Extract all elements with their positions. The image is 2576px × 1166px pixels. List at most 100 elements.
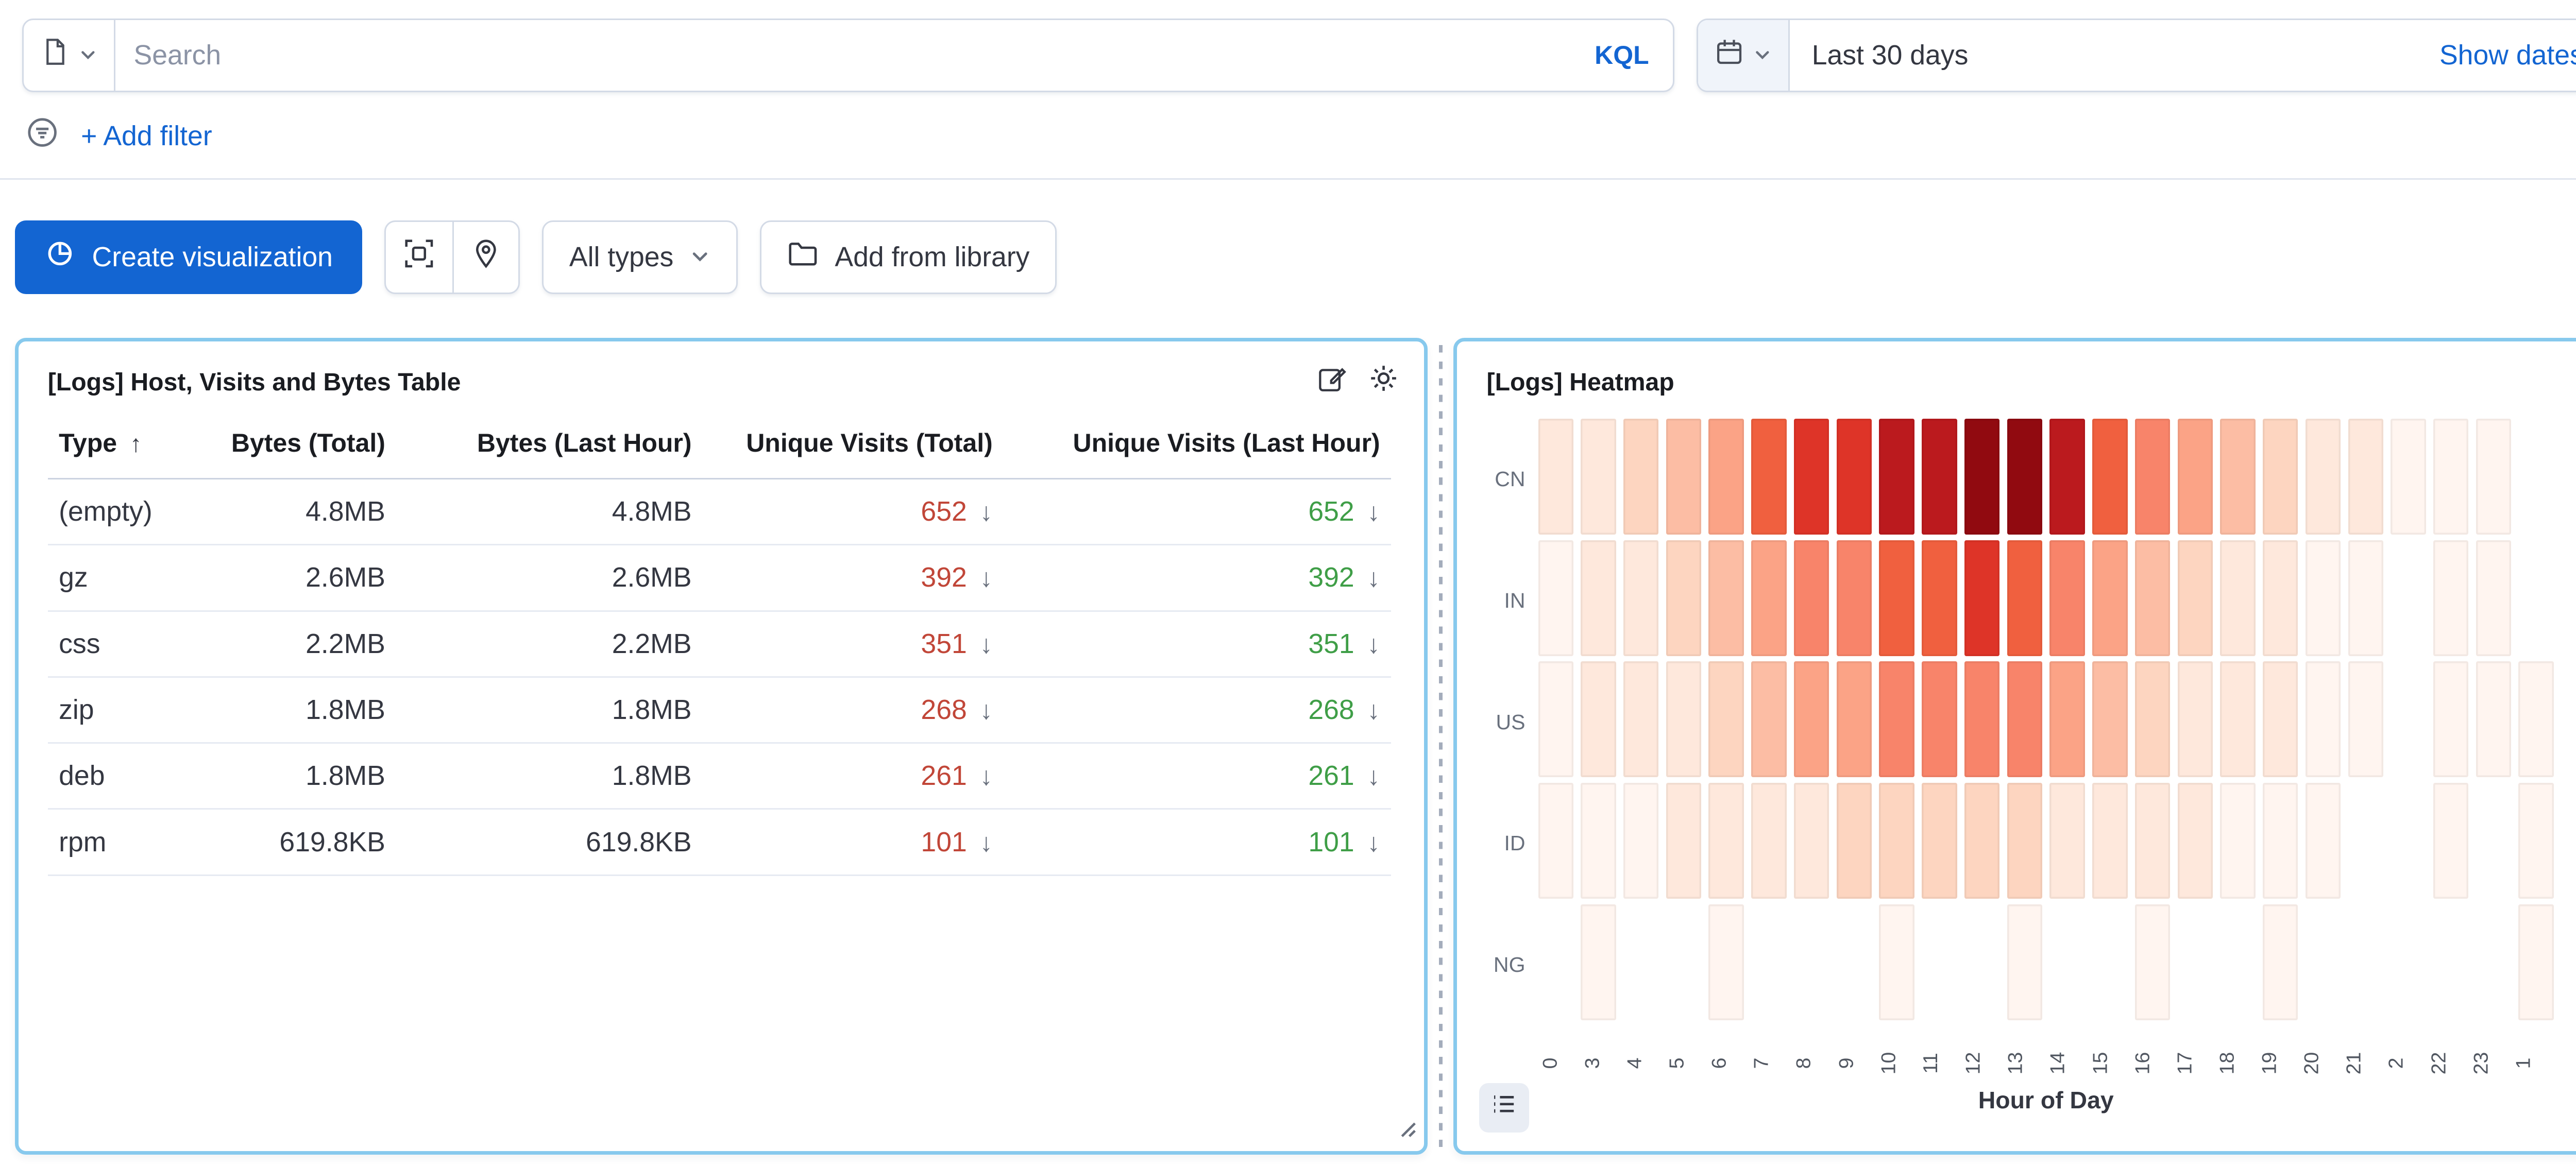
heatmap-cell (2092, 783, 2127, 899)
heatmap-cell (2391, 661, 2426, 777)
chevron-down-icon (690, 247, 710, 267)
table-row[interactable]: rpm619.8KB619.8KB101↓101↓ (48, 809, 1391, 875)
create-visualization-button[interactable]: Create visualization (15, 220, 363, 294)
trend-down-icon: ↓ (980, 696, 993, 725)
panel-title: [Logs] Host, Visits and Bytes Table (48, 368, 461, 397)
x-axis-tick-label: 10 (1877, 1027, 1919, 1083)
column-header[interactable]: Bytes (Last Hour) (396, 407, 703, 478)
heatmap-cell (2391, 783, 2426, 899)
metric-value: 652 (921, 496, 967, 527)
bytes-last-hour-cell: 2.2MB (396, 611, 703, 677)
heatmap-cell (2092, 661, 2127, 777)
metric-value: 261 (1308, 761, 1354, 791)
annotation-icon-button[interactable] (386, 222, 452, 293)
heatmap-cell (1623, 540, 1658, 656)
heatmap-cell (2092, 540, 2127, 656)
legend-toggle-button[interactable] (1479, 1083, 1529, 1133)
heatmap-cell (1922, 419, 1957, 535)
table-row[interactable]: zip1.8MB1.8MB268↓268↓ (48, 677, 1391, 743)
heatmap-cell (2433, 904, 2468, 1020)
panel-gutter[interactable] (1428, 338, 1453, 1155)
visits-last-hour-cell: 392↓ (1004, 545, 1391, 611)
table-row[interactable]: deb1.8MB1.8MB261↓261↓ (48, 743, 1391, 809)
heatmap-cell (1964, 661, 1999, 777)
table-row[interactable]: (empty)4.8MB4.8MB652↓652↓ (48, 479, 1391, 545)
quick-select-time-button[interactable] (1698, 20, 1790, 91)
maps-icon-button[interactable] (452, 222, 519, 293)
column-header[interactable]: Type↑ (48, 407, 221, 478)
trend-down-icon: ↓ (1367, 630, 1380, 659)
add-filter-button[interactable]: + Add filter (81, 121, 212, 152)
table-row[interactable]: gz2.6MB2.6MB392↓392↓ (48, 545, 1391, 611)
heatmap-cell (1708, 661, 1743, 777)
heatmap-cell (2263, 904, 2298, 1020)
heatmap-cell (2433, 419, 2468, 535)
column-header-label: Unique Visits (Total) (746, 428, 993, 457)
table-row[interactable]: css2.2MB2.2MB351↓351↓ (48, 611, 1391, 677)
heatmap-cell (1794, 904, 1829, 1020)
x-axis-tick-label: 21 (2342, 1027, 2384, 1083)
x-axis-tick-label: 3 (1581, 1027, 1623, 1083)
heatmap-cell (2306, 419, 2341, 535)
column-header-label: Bytes (Last Hour) (477, 428, 692, 457)
heatmap-cell (1751, 419, 1786, 535)
selection-frame-icon (403, 238, 435, 277)
bytes-last-hour-cell: 4.8MB (396, 479, 703, 545)
add-from-library-button[interactable]: Add from library (760, 220, 1057, 294)
heatmap-cell (1538, 661, 1573, 777)
heatmap-cell (1581, 419, 1616, 535)
all-types-dropdown[interactable]: All types (542, 220, 738, 294)
trend-down-icon: ↓ (980, 563, 993, 592)
saved-query-menu-button[interactable] (24, 20, 115, 91)
heatmap-panel: [Logs] Heatmap CNINUSIDNG (1453, 338, 2576, 1155)
kql-badge[interactable]: KQL (1571, 40, 1673, 70)
heatmap-cell (1879, 661, 1914, 777)
heatmap-cell (2220, 904, 2255, 1020)
heatmap-cell (2049, 540, 2084, 656)
heatmap-cell (1837, 540, 1872, 656)
heatmap-cell (1751, 783, 1786, 899)
visits-last-hour-cell: 261↓ (1004, 743, 1391, 809)
filter-menu-button[interactable] (26, 116, 59, 156)
panel-resize-handle[interactable] (1395, 1111, 1417, 1145)
heatmap-cell (2263, 783, 2298, 899)
heatmap-cell (2518, 904, 2553, 1020)
heatmap-cell (1623, 661, 1658, 777)
show-dates-button[interactable]: Show dates (2439, 40, 2576, 71)
map-pin-icon (470, 238, 502, 277)
bytes-last-hour-cell: 1.8MB (396, 743, 703, 809)
chevron-down-icon (1753, 46, 1772, 64)
heatmap-cell (2220, 661, 2255, 777)
heatmap-cell (1666, 904, 1701, 1020)
heatmap-cell (1708, 419, 1743, 535)
y-axis-label: IN (1472, 540, 1538, 662)
column-header[interactable]: Unique Visits (Total) (703, 407, 1004, 478)
column-header[interactable]: Bytes (Total) (220, 407, 396, 478)
trend-down-icon: ↓ (1367, 696, 1380, 725)
y-axis: CNINUSIDNG (1472, 419, 1538, 1114)
column-header[interactable]: Unique Visits (Last Hour) (1004, 407, 1391, 478)
bytes-last-hour-cell: 2.6MB (396, 545, 703, 611)
heatmap-cell (1879, 904, 1914, 1020)
heatmap-cell (1538, 419, 1573, 535)
panel-options-icon-button[interactable] (1369, 364, 1398, 400)
time-range-value[interactable]: Last 30 days (1790, 40, 1990, 71)
heatmap-cell (2007, 419, 2042, 535)
dashboard-grid: [Logs] Host, Visits and Bytes Table (0, 338, 2576, 1155)
heatmap-cell (1581, 661, 1616, 777)
edit-panel-icon-button[interactable] (1317, 364, 1347, 400)
heatmap-cell (2007, 540, 2042, 656)
heatmap-cell (2306, 904, 2341, 1020)
search-input[interactable] (115, 40, 1571, 71)
bytes-total-cell: 2.6MB (220, 545, 396, 611)
heatmap-cell (2135, 783, 2170, 899)
type-cell: (empty) (48, 479, 221, 545)
heatmap-cell (2092, 419, 2127, 535)
heatmap-cell (2476, 661, 2511, 777)
bytes-total-cell: 4.8MB (220, 479, 396, 545)
x-axis-tick-label: 8 (1792, 1027, 1834, 1083)
heatmap-cell (2092, 904, 2127, 1020)
type-cell: zip (48, 677, 221, 743)
toolbar-icon-group (384, 220, 520, 294)
heatmap-cell (1623, 783, 1658, 899)
